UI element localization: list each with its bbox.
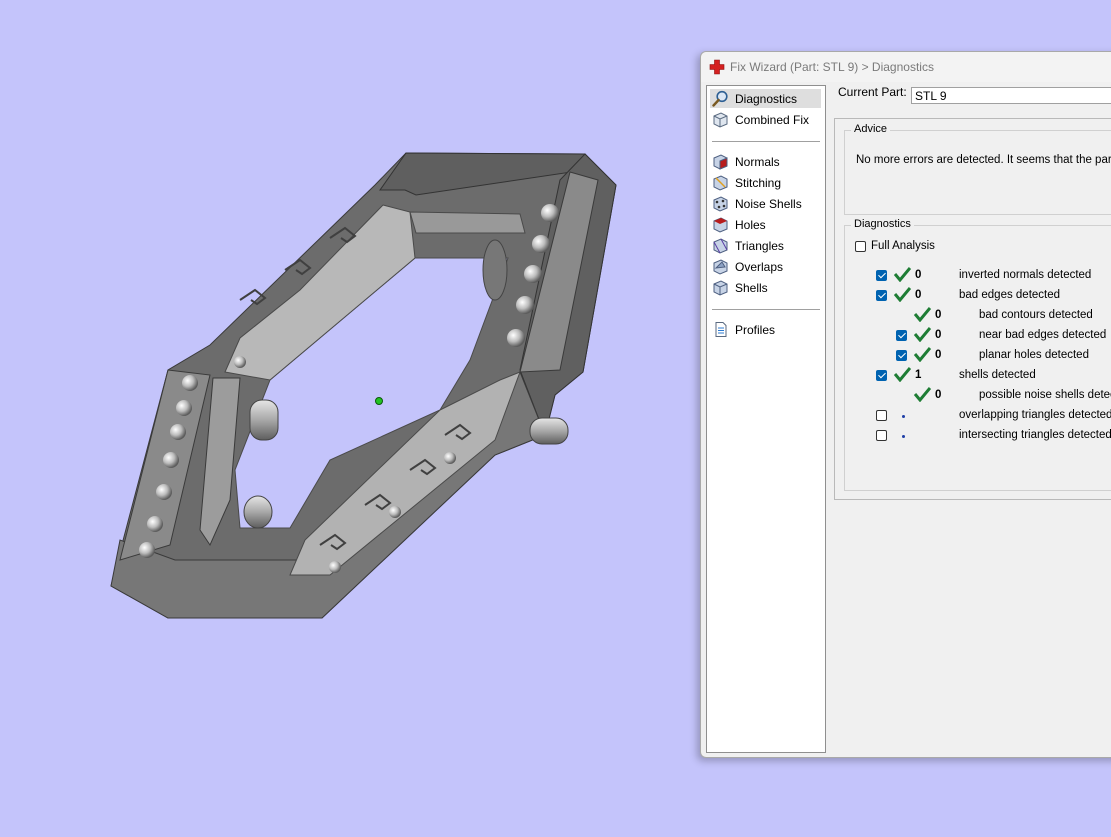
check-ok-icon <box>893 267 911 282</box>
model-inner-wall <box>409 211 526 234</box>
nav-item-label: Overlaps <box>735 259 784 274</box>
fix-wizard-dialog: Fix Wizard (Part: STL 9) > Diagnostics D… <box>700 51 1111 758</box>
full-analysis-label: Full Analysis <box>871 240 935 252</box>
nav-item-label: Diagnostics <box>735 91 798 106</box>
triangles-cube-icon <box>713 238 728 254</box>
overlaps-cube-icon <box>713 259 728 275</box>
magnifier-icon <box>712 90 728 107</box>
row-label: near bad edges detected <box>979 329 1107 341</box>
row-label: bad edges detected <box>959 289 1061 301</box>
diagnostics-panel: Advice No more errors are detected. It s… <box>834 118 1111 500</box>
nav-item-triangles[interactable]: Triangles <box>710 236 821 255</box>
document-icon <box>715 322 727 337</box>
check-ok-icon <box>913 387 931 402</box>
advice-text: No more errors are detected. It seems th… <box>856 154 1111 166</box>
row-label: shells detected <box>959 369 1036 381</box>
nav-item-overlaps[interactable]: Overlaps <box>710 257 821 276</box>
planar-holes-checkbox[interactable] <box>896 350 907 361</box>
nav-item-diagnostics[interactable]: Diagnostics <box>710 89 821 108</box>
row-count: 0 <box>935 329 942 341</box>
row-label: planar holes detected <box>979 349 1089 361</box>
check-ok-icon <box>893 367 911 382</box>
row-count: 0 <box>935 389 942 401</box>
nav-item-label: Profiles <box>735 322 776 337</box>
bad-edges-checkbox[interactable] <box>876 290 887 301</box>
diagnostics-title: Diagnostics <box>851 218 914 230</box>
current-part-field[interactable]: STL 9 <box>911 87 1111 104</box>
nav-item-shells[interactable]: Shells <box>710 278 821 297</box>
row-label: bad contours detected <box>979 309 1093 321</box>
diagnostics-group: Diagnostics Full Analysis 0 inverted nor… <box>844 218 1111 491</box>
nav-item-label: Normals <box>735 154 780 169</box>
row-label: intersecting triangles detected <box>959 429 1111 441</box>
nav-item-label: Shells <box>735 280 768 295</box>
pivot-point-marker <box>375 397 383 405</box>
noise-shells-icon <box>713 196 728 212</box>
stl-model[interactable] <box>110 152 617 619</box>
red-cross-icon <box>709 59 725 75</box>
nav-item-stitching[interactable]: Stitching <box>710 173 821 192</box>
check-ok-icon <box>913 307 931 322</box>
row-label: overlapping triangles detected <box>959 409 1111 421</box>
inverted-normals-checkbox[interactable] <box>876 270 887 281</box>
row-count: 0 <box>915 269 922 281</box>
holes-cube-icon <box>713 217 728 233</box>
nav-item-profiles[interactable]: Profiles <box>710 320 821 339</box>
row-count: 0 <box>935 309 942 321</box>
nav-item-label: Noise Shells <box>735 196 802 211</box>
full-analysis-checkbox[interactable] <box>855 241 866 252</box>
pending-dot-icon <box>902 435 905 438</box>
nav-item-label: Triangles <box>735 238 784 253</box>
row-count: 1 <box>915 369 922 381</box>
check-ok-icon <box>913 327 931 342</box>
nav-separator <box>712 141 820 142</box>
check-ok-icon <box>913 347 931 362</box>
nav-item-label: Stitching <box>735 175 782 190</box>
overlapping-triangles-checkbox[interactable] <box>876 410 887 421</box>
nav-item-holes[interactable]: Holes <box>710 215 821 234</box>
combined-fix-icon <box>713 112 728 128</box>
shells-checkbox[interactable] <box>876 370 887 381</box>
dialog-title: Fix Wizard (Part: STL 9) > Diagnostics <box>730 60 934 74</box>
nav-item-label: Holes <box>735 217 766 232</box>
row-label: inverted normals detected <box>959 269 1092 281</box>
row-label: possible noise shells detecte <box>979 389 1111 401</box>
advice-title: Advice <box>851 123 891 135</box>
nav-item-combined-fix[interactable]: Combined Fix <box>710 110 821 129</box>
shells-cube-icon <box>713 280 728 296</box>
nav-item-label: Combined Fix <box>735 112 810 127</box>
normals-cube-icon <box>713 154 728 170</box>
nav-separator <box>712 309 820 310</box>
dialog-titlebar[interactable]: Fix Wizard (Part: STL 9) > Diagnostics <box>701 52 1111 82</box>
pending-dot-icon <box>902 415 905 418</box>
row-count: 0 <box>935 349 942 361</box>
nav-item-normals[interactable]: Normals <box>710 152 821 171</box>
nav-item-noise-shells[interactable]: Noise Shells <box>710 194 821 213</box>
intersecting-triangles-checkbox[interactable] <box>876 430 887 441</box>
check-ok-icon <box>893 287 911 302</box>
advice-group: Advice No more errors are detected. It s… <box>844 123 1111 215</box>
wizard-navigation: Diagnostics Combined Fix Normals Stitchi… <box>706 85 826 753</box>
near-bad-edges-checkbox[interactable] <box>896 330 907 341</box>
current-part-label: Current Part: <box>838 85 907 99</box>
stitching-cube-icon <box>713 175 728 191</box>
row-count: 0 <box>915 289 922 301</box>
